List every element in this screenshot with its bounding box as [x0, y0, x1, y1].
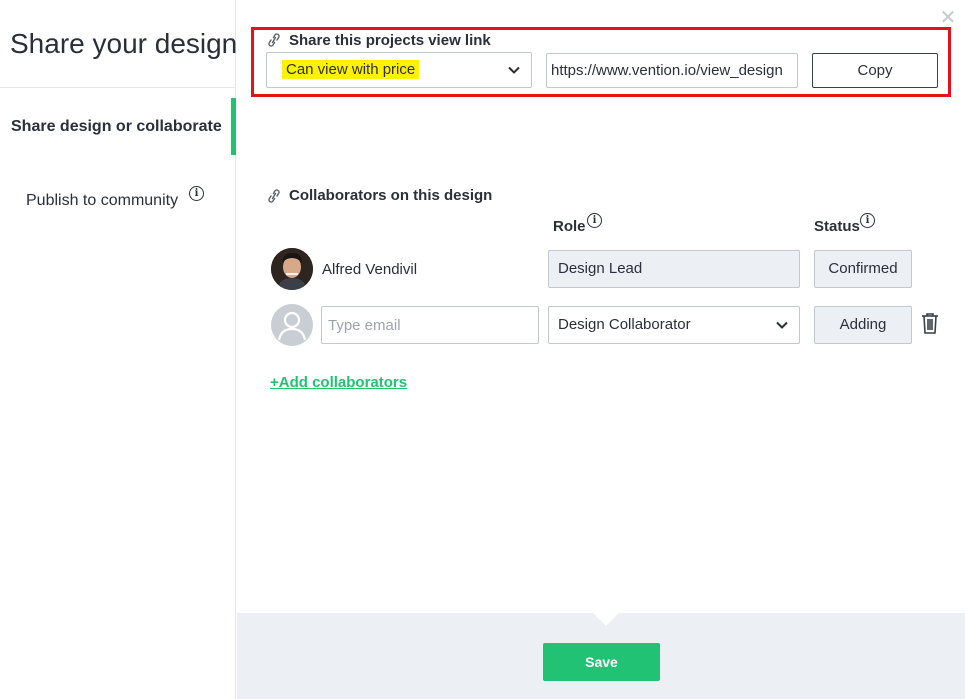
sidebar-item-publish[interactable]: Publish to community i — [0, 180, 236, 220]
permission-select[interactable]: Can view with price — [266, 52, 532, 88]
user-photo-icon — [271, 248, 313, 290]
status-info-icon[interactable]: i — [860, 213, 875, 228]
sidebar-divider — [0, 87, 235, 88]
active-indicator — [231, 98, 236, 155]
role-header: Role — [553, 218, 586, 235]
add-collaborators-link[interactable]: +Add collaborators — [270, 374, 407, 391]
footer-notch — [592, 612, 620, 626]
status-header: Status — [814, 218, 860, 235]
info-icon[interactable]: i — [189, 186, 204, 201]
avatar-placeholder — [271, 304, 313, 346]
save-button[interactable]: Save — [543, 643, 660, 681]
status-badge: Adding — [814, 306, 912, 344]
status-badge: Confirmed — [814, 250, 912, 288]
permission-value: Can view with price — [282, 60, 420, 79]
footer-bar: Save — [237, 612, 965, 699]
user-icon — [277, 311, 307, 341]
sidebar-item-share-design[interactable]: Share design or collaborate — [0, 98, 236, 155]
role-info-icon[interactable]: i — [587, 213, 602, 228]
collaborators-title: Collaborators on this design — [289, 187, 493, 204]
close-icon[interactable]: ✕ — [939, 8, 957, 28]
email-field[interactable] — [321, 306, 539, 344]
role-select-value: Design Collaborator — [558, 316, 691, 333]
role-header-label: Role — [553, 218, 586, 235]
link-icon — [268, 189, 280, 203]
role-field-readonly: Design Lead — [548, 250, 800, 288]
collaborator-name: Alfred Vendivil — [322, 261, 418, 278]
chevron-down-icon — [508, 66, 520, 74]
link-icon — [268, 33, 280, 47]
avatar — [271, 248, 313, 290]
dialog-title: Share your design — [10, 28, 238, 59]
sidebar-item-label: Share design or collaborate — [11, 118, 222, 135]
trash-icon[interactable] — [920, 312, 940, 334]
role-select[interactable]: Design Collaborator — [548, 306, 800, 344]
sidebar-item-label: Publish to community — [26, 192, 179, 209]
share-link-title: Share this projects view link — [289, 32, 491, 49]
status-header-label: Status — [814, 218, 860, 235]
chevron-down-icon — [776, 321, 788, 329]
sidebar: Share your design Share design or collab… — [0, 0, 238, 699]
share-url-field[interactable] — [546, 53, 798, 88]
copy-button[interactable]: Copy — [812, 53, 938, 88]
